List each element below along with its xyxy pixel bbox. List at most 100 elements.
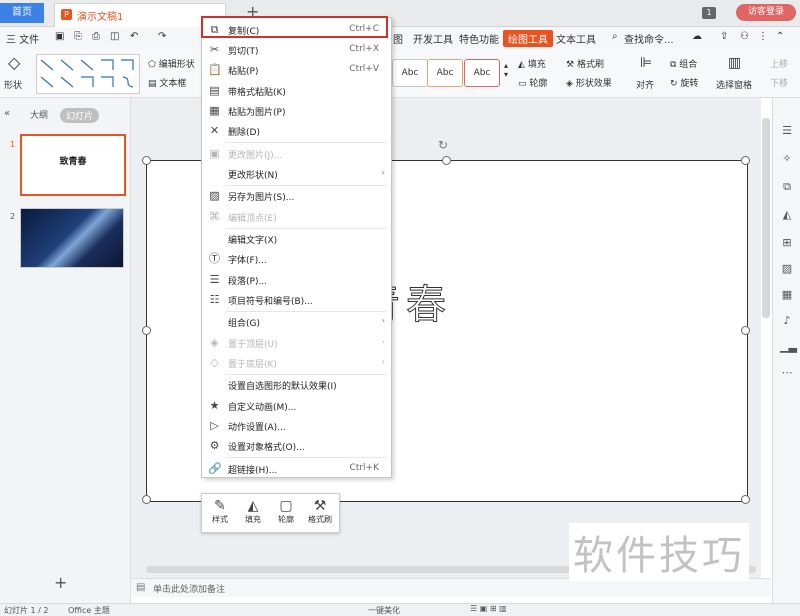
- shape-button[interactable]: 形状: [4, 78, 22, 91]
- fill-button[interactable]: ◭ 填充: [518, 57, 546, 70]
- chevron-up-icon[interactable]: ⌃: [776, 31, 784, 42]
- context-menu-item[interactable]: ⚙ 设置对象格式(O)...: [202, 436, 391, 456]
- shape-fill-icon[interactable]: ◭: [780, 208, 794, 222]
- slide-thumbnail-2[interactable]: [20, 208, 124, 268]
- beautify-button[interactable]: 一键美化: [368, 605, 400, 616]
- resize-handle-bl[interactable]: [142, 495, 151, 504]
- context-menu-item[interactable]: ✂ 剪切(T) Ctrl+X: [202, 40, 391, 60]
- style-sample-1[interactable]: Abc: [392, 59, 428, 87]
- menu-item-view[interactable]: 图: [393, 31, 403, 46]
- shape-gallery[interactable]: [36, 54, 140, 94]
- theme-name[interactable]: Office 主题: [68, 605, 110, 616]
- window-count-badge[interactable]: 1: [702, 7, 716, 19]
- context-menu-item[interactable]: ▨ 另存为图片(S)...: [202, 186, 391, 206]
- format-brush-button[interactable]: ⚒ 格式刷: [566, 57, 604, 70]
- context-menu-item[interactable]: Ⓣ 字体(F)...: [202, 249, 391, 269]
- more-tools-icon[interactable]: ⋯: [780, 366, 794, 380]
- style-gallery-scroll[interactable]: ▴ ▾: [504, 61, 508, 79]
- menu-item-icon: 🔗: [208, 461, 222, 475]
- menu-item-icon: ⌘: [209, 209, 220, 223]
- vertical-scrollbar[interactable]: [762, 118, 770, 318]
- star-icon[interactable]: ✧: [780, 152, 794, 166]
- align-button[interactable]: 对齐: [636, 78, 654, 91]
- context-menu-item[interactable]: ▷ 动作设置(A)...: [202, 416, 391, 436]
- mini-style-button[interactable]: ✎ 样式: [204, 498, 236, 525]
- context-menu-item[interactable]: 编辑文字(X): [202, 229, 391, 249]
- context-menu-item[interactable]: ★ 自定义动画(M)...: [202, 396, 391, 416]
- menu-item-text-tools[interactable]: 文本工具: [556, 31, 596, 46]
- resize-handle-tr[interactable]: [741, 156, 750, 165]
- properties-icon[interactable]: ☰: [780, 124, 794, 138]
- context-menu-item[interactable]: 更改形状(N) ›: [202, 164, 391, 184]
- resize-handle-mr[interactable]: [741, 326, 750, 335]
- mini-outline-label: 轮廓: [278, 515, 294, 524]
- resize-handle-br[interactable]: [741, 495, 750, 504]
- guest-login-button[interactable]: 访客登录: [736, 4, 796, 21]
- view-normal-icon[interactable]: ☰ ▣ ⊞ ▥: [470, 604, 507, 613]
- grid-icon[interactable]: ⊞: [780, 236, 794, 250]
- collapse-panel-icon[interactable]: «: [4, 108, 10, 119]
- style-sample-3[interactable]: Abc: [464, 59, 500, 87]
- table-icon[interactable]: ▦: [780, 288, 794, 302]
- context-menu-item[interactable]: 设置自选图形的默认效果(I): [202, 375, 391, 395]
- context-menu-item[interactable]: 🔗 超链接(H)... Ctrl+K: [202, 459, 391, 479]
- context-menu-item[interactable]: ▤ 带格式粘贴(K): [202, 81, 391, 101]
- context-menu-item[interactable]: ▦ 粘贴为图片(P): [202, 101, 391, 121]
- status-bar: 幻灯片 1 / 2 Office 主题 一键美化 ☰ ▣ ⊞ ▥: [0, 603, 800, 616]
- mini-brush-button[interactable]: ⚒ 格式刷: [304, 498, 336, 525]
- tab-home[interactable]: 首页: [0, 3, 44, 23]
- menu-item-features[interactable]: 特色功能: [459, 31, 499, 46]
- format-brush-icon: ⚒: [313, 498, 327, 514]
- shape-effect-button[interactable]: ◈ 形状效果: [566, 76, 612, 89]
- search-commands[interactable]: 查找命令...: [624, 31, 674, 46]
- tab-outline[interactable]: 大纲: [30, 108, 48, 121]
- watermark-text: 软件技巧: [569, 523, 749, 581]
- menu-item-drawing-tools[interactable]: 绘图工具: [503, 30, 553, 47]
- resize-handle-tl[interactable]: [142, 156, 151, 165]
- text-box-button[interactable]: ▤ 文本框: [148, 76, 186, 89]
- context-menu-item[interactable]: ✕ 删除(D): [202, 121, 391, 141]
- add-slide-button[interactable]: +: [54, 573, 67, 592]
- search-icon[interactable]: ⌕: [612, 31, 618, 42]
- context-menu-item[interactable]: ☰ 段落(P)...: [202, 270, 391, 290]
- selection-pane-icon[interactable]: ▥: [728, 55, 741, 71]
- share-icon[interactable]: ⇪: [720, 31, 728, 42]
- mini-outline-button[interactable]: ▢ 轮廓: [270, 498, 302, 525]
- file-menu[interactable]: 三 文件: [6, 31, 39, 46]
- selection-pane-button[interactable]: 选择窗格: [716, 78, 752, 91]
- move-up-button[interactable]: 上移: [770, 57, 788, 70]
- chart-icon[interactable]: ▁▃: [780, 340, 797, 354]
- undo-icon[interactable]: ↶: [130, 31, 138, 42]
- resize-handle-tc[interactable]: [442, 156, 451, 165]
- rotate-button[interactable]: ↻ 旋转: [670, 76, 698, 89]
- print-icon[interactable]: ⎙: [92, 31, 100, 42]
- preview-icon[interactable]: ◫: [110, 31, 119, 42]
- context-menu-item[interactable]: 📋 粘贴(P) Ctrl+V: [202, 60, 391, 80]
- export-icon[interactable]: ⎘: [74, 31, 82, 42]
- edit-shape-button[interactable]: ⬠ 编辑形状: [148, 57, 195, 70]
- more-icon[interactable]: ⋮: [758, 31, 768, 42]
- resize-handle-ml[interactable]: [142, 326, 151, 335]
- move-down-button[interactable]: 下移: [770, 76, 788, 89]
- align-icon[interactable]: ⊫: [640, 55, 652, 71]
- audio-icon[interactable]: ♪: [780, 314, 794, 328]
- ribbon-toolbar: ◇ 形状 ⬠ 编辑形状 ▤ 文本框 Abc Abc Abc ▴ ▾ ◭ 填充 ▭ …: [0, 49, 800, 98]
- mini-fill-button[interactable]: ◭ 填充: [237, 498, 269, 525]
- redo-icon[interactable]: ↷: [158, 31, 166, 42]
- context-menu-item[interactable]: ☷ 项目符号和编号(B)...: [202, 290, 391, 310]
- shape-icon[interactable]: ◇: [8, 53, 20, 72]
- menu-item-icon: ★: [209, 398, 220, 412]
- context-menu-item[interactable]: 组合(G) ›: [202, 312, 391, 332]
- menu-item-developer[interactable]: 开发工具: [413, 31, 453, 46]
- slide-thumbnail-1[interactable]: 致青春: [20, 134, 126, 196]
- style-sample-2[interactable]: Abc: [427, 59, 463, 87]
- tab-slides[interactable]: 幻灯片: [60, 108, 100, 123]
- user-icon[interactable]: ⚇: [740, 31, 749, 42]
- copy-icon[interactable]: ⧉: [780, 180, 794, 194]
- cloud-icon[interactable]: ☁: [692, 31, 702, 42]
- image-icon[interactable]: ▨: [780, 262, 794, 276]
- rotate-handle-icon[interactable]: ↻: [438, 138, 448, 152]
- outline-button[interactable]: ▭ 轮廓: [518, 76, 547, 89]
- group-button[interactable]: ⧉ 组合: [670, 57, 697, 70]
- save-icon[interactable]: ▣: [55, 31, 64, 42]
